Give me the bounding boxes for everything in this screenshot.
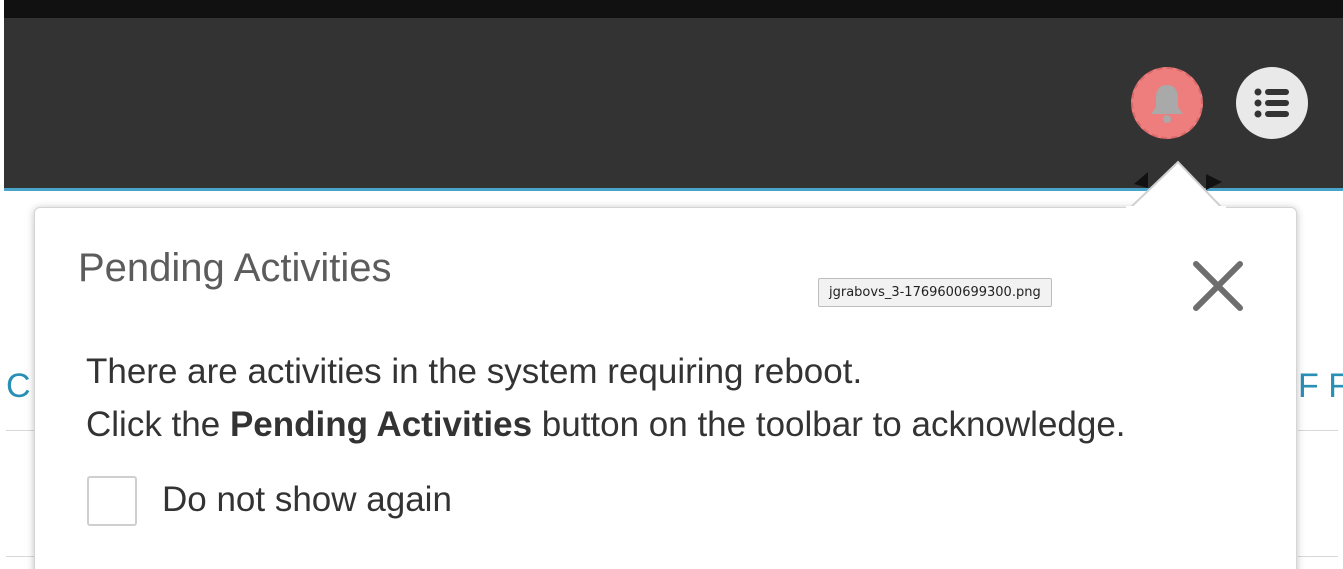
close-button[interactable] (1190, 258, 1246, 314)
do-not-show-again-checkbox[interactable] (87, 476, 137, 526)
filename-tooltip: jgrabovs_3-1769600699300.png (818, 278, 1052, 307)
background-link-fragment: C (6, 367, 31, 405)
message-prefix: Click the (86, 405, 230, 444)
close-icon (1193, 261, 1243, 311)
pending-activities-button[interactable] (1131, 67, 1203, 139)
main-menu-button[interactable] (1236, 67, 1308, 139)
background-link-fragment-right: F F (1298, 367, 1343, 405)
bell-icon (1151, 85, 1183, 123)
popover-title: Pending Activities (78, 246, 392, 290)
message-suffix: button on the toolbar to acknowledge. (532, 405, 1126, 444)
background-divider (6, 430, 34, 431)
popover-message-line1: There are activities in the system requi… (86, 352, 863, 391)
top-window-strip (0, 0, 1343, 18)
do-not-show-again-label[interactable]: Do not show again (162, 480, 452, 520)
background-divider (1298, 556, 1338, 557)
background-divider (6, 556, 34, 557)
list-menu-icon (1254, 88, 1289, 118)
background-divider (1298, 430, 1338, 431)
popover-message-line2: Click the Pending Activities button on t… (86, 405, 1126, 445)
message-bold-button-name: Pending Activities (229, 405, 533, 444)
window-left-edge (0, 0, 4, 569)
popover-caret (1126, 160, 1226, 210)
